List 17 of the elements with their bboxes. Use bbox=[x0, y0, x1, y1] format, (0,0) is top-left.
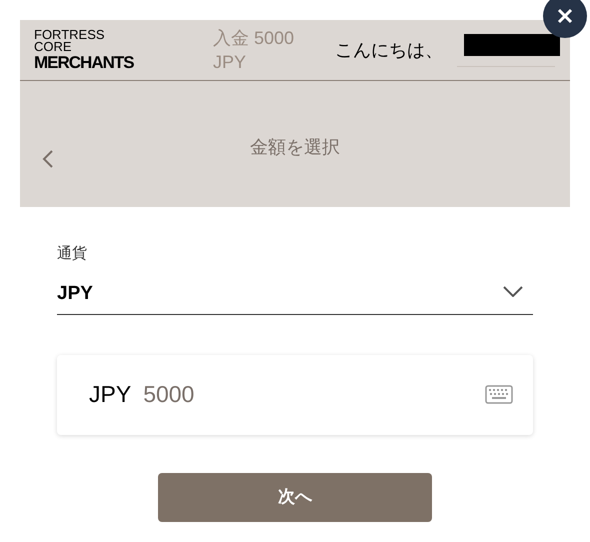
amount-field[interactable]: JPY 5000 bbox=[57, 354, 533, 434]
greeting: こんにちは、 bbox=[335, 38, 443, 62]
keyboard-icon[interactable] bbox=[485, 385, 513, 404]
currency-select[interactable]: JPY bbox=[57, 280, 533, 314]
logo-text: MERCHANTS bbox=[34, 52, 135, 72]
amount-value: 5000 bbox=[143, 380, 194, 410]
step-title: 金額を選択 bbox=[250, 136, 340, 159]
next-button[interactable]: 次へ bbox=[158, 472, 432, 522]
back-icon[interactable] bbox=[42, 150, 54, 168]
page-title: 入金 5000 JPY bbox=[213, 27, 296, 74]
close-button[interactable] bbox=[543, 0, 587, 38]
close-icon bbox=[557, 8, 573, 24]
logo-text: CORE bbox=[34, 40, 72, 52]
chevron-down-icon bbox=[503, 286, 523, 296]
logo-text: FORTRESS bbox=[34, 28, 106, 40]
currency-code: JPY bbox=[89, 380, 132, 410]
field-label: 通貨 bbox=[57, 244, 88, 264]
